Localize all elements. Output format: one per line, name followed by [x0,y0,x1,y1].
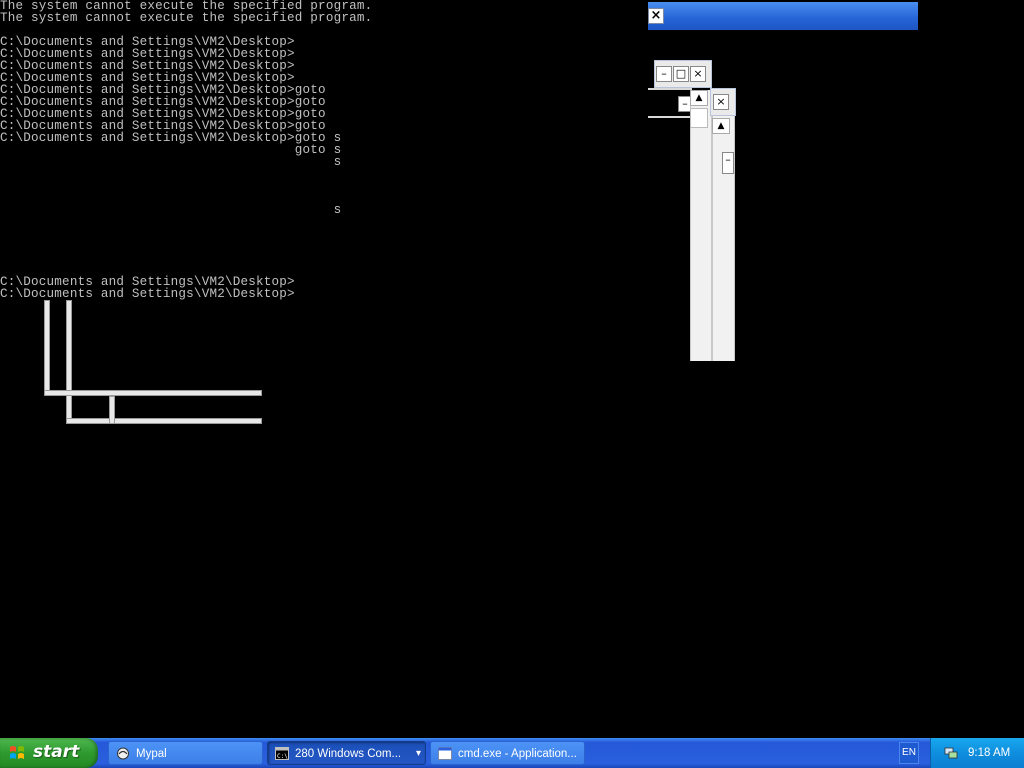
taskbar-item-label: 280 Windows Com... [295,748,402,760]
window-fragment-titlebar[interactable] [648,2,918,30]
minimize-button[interactable]: – [656,66,672,82]
taskbar-item-label: Mypal [136,748,167,760]
mypal-browser-icon [117,747,129,760]
render-artifact [66,300,72,424]
taskbar-item-label: cmd.exe - Application... [458,748,577,760]
console-icon: C:\ [275,747,289,760]
close-button[interactable]: × [690,66,706,82]
console-line: s [0,155,342,169]
render-artifact [44,300,50,396]
clock[interactable]: 9:18 AM [968,738,1010,768]
window-fragment-edge [648,116,692,118]
network-icon[interactable] [943,746,959,760]
window-fragment-edge [648,88,692,90]
close-button[interactable]: × [713,94,729,110]
scrollbar-thumb[interactable] [690,108,708,128]
render-artifact [109,396,115,424]
scroll-up-icon[interactable]: ▲ [712,118,730,134]
scroll-up-icon[interactable]: ▲ [690,90,708,106]
language-indicator[interactable]: EN [899,742,919,764]
scrollbar[interactable] [690,90,712,361]
minimize-button[interactable]: – [722,152,734,174]
taskbar-item-cmd-application[interactable]: cmd.exe - Application... [430,741,585,765]
maximize-button[interactable]: □ [673,66,689,82]
taskbar-item-mypal[interactable]: Mypal [108,741,263,765]
taskbar: start Mypal C:\ 280 Windows Com... ▾ cmd… [0,738,1024,768]
start-button[interactable]: start [0,738,98,768]
svg-text:C:\: C:\ [277,753,288,760]
window-icon [438,747,452,760]
console-output: The system cannot execute the specified … [0,0,640,310]
taskbar-item-windows-command[interactable]: C:\ 280 Windows Com... ▾ [267,741,426,765]
close-button[interactable]: × [648,8,664,24]
console-line: The system cannot execute the specified … [0,11,373,25]
system-tray: 9:18 AM [930,738,1024,768]
render-artifact [44,390,262,396]
chevron-down-icon[interactable]: ▾ [416,742,421,764]
console-line: C:\Documents and Settings\VM2\Desktop> [0,287,295,301]
start-label: start [33,742,80,762]
console-line: s [0,203,342,217]
render-artifact [66,418,262,424]
windows-logo-icon [10,746,24,759]
